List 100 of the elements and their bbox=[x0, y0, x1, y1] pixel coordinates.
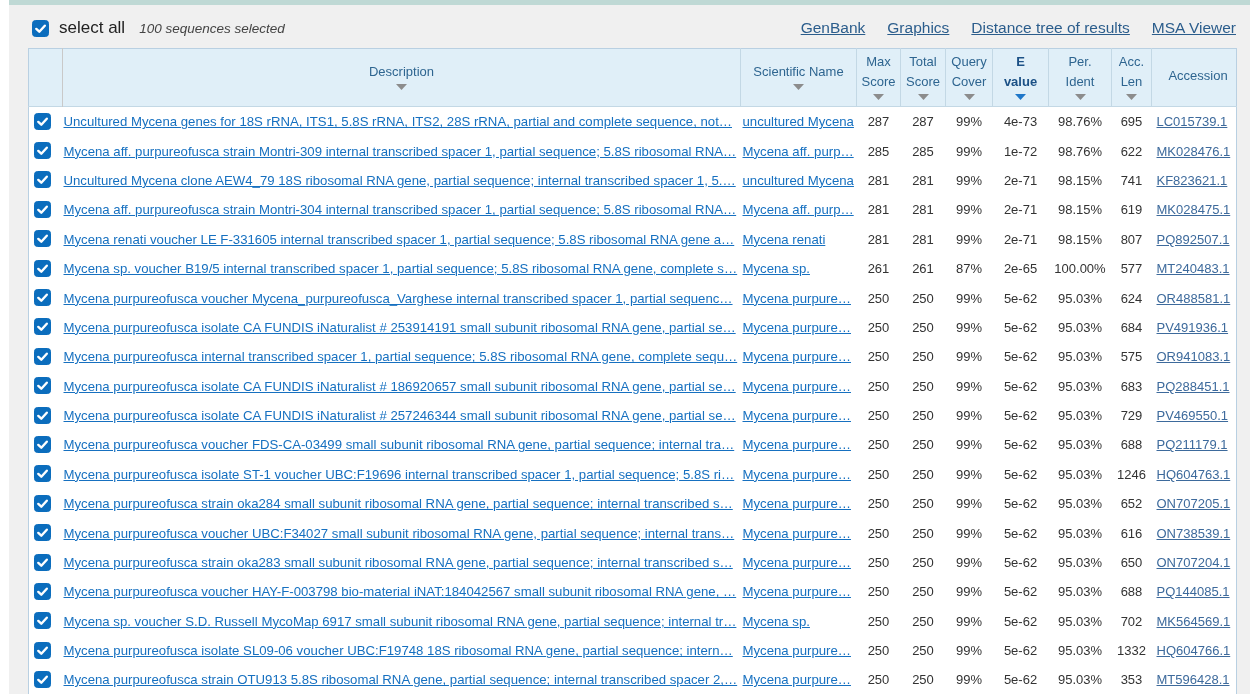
results-link[interactable]: GenBank bbox=[800, 19, 866, 37]
checkbox[interactable] bbox=[34, 112, 51, 130]
checkbox[interactable] bbox=[34, 142, 51, 160]
checkbox[interactable] bbox=[34, 524, 51, 542]
accession-link[interactable]: ON707204.1 bbox=[1156, 555, 1231, 571]
description-link[interactable]: Mycena purpureofusca strain OTU913 5.8S ribosomal RNA gene, partial sequence; internal transcribed spacer 2,… bbox=[63, 672, 738, 688]
column-header[interactable]: Acc. Len bbox=[1111, 48, 1152, 107]
checkbox[interactable] bbox=[34, 612, 51, 630]
checkbox[interactable] bbox=[34, 377, 51, 395]
column-header[interactable]: Query Cover bbox=[945, 48, 993, 107]
description-link[interactable]: Uncultured Mycena genes for 18S rRNA, ITS1, 5.8S rRNA, ITS2, 28S rRNA, partial and complete sequence, not… bbox=[63, 114, 732, 130]
checkbox[interactable] bbox=[34, 171, 51, 189]
accession-link[interactable]: OR941083.1 bbox=[1156, 349, 1231, 365]
description-link[interactable]: Mycena sp. voucher B19/5 internal transcribed spacer 1, partial sequence; 5.8S ribosomal RNA gene, complete s… bbox=[63, 261, 738, 277]
scientific-name-link[interactable]: uncultured Mycena bbox=[742, 172, 854, 188]
column-header[interactable]: E value bbox=[992, 48, 1049, 107]
column-header[interactable]: Per. Ident bbox=[1048, 48, 1112, 107]
description-link[interactable]: Mycena aff. purpureofusca strain Montri-309 internal transcribed spacer 1, partial sequence; 5.8S ribosomal RNA… bbox=[63, 143, 737, 159]
checkbox[interactable] bbox=[34, 259, 51, 277]
scientific-name-link[interactable]: Mycena renati bbox=[742, 231, 826, 247]
column-header[interactable]: Max Score bbox=[856, 48, 901, 107]
max-score-value: 250 bbox=[867, 437, 890, 453]
scientific-name-link[interactable]: Mycena sp. bbox=[742, 613, 810, 629]
checkbox[interactable] bbox=[34, 230, 51, 248]
scientific-name-link[interactable]: Mycena purpure… bbox=[742, 408, 851, 424]
checkbox[interactable] bbox=[34, 670, 51, 688]
scientific-name-link[interactable]: Mycena purpure… bbox=[742, 466, 851, 482]
scientific-name-link[interactable]: Mycena purpure… bbox=[742, 319, 851, 335]
description-link[interactable]: Mycena sp. voucher S.D. Russell MycoMap 6917 small subunit ribosomal RNA gene, partial sequence; internal tr… bbox=[63, 613, 737, 629]
description-link[interactable]: Mycena purpureofusca voucher FDS-CA-03499 small subunit ribosomal RNA gene, partial sequence; internal tra… bbox=[63, 437, 735, 453]
results-link[interactable]: Distance tree of results bbox=[971, 19, 1130, 37]
scientific-name-link[interactable]: Mycena aff. purp… bbox=[742, 143, 854, 159]
accession-link[interactable]: PQ288451.1 bbox=[1156, 378, 1230, 394]
accession-link[interactable]: MK028475.1 bbox=[1156, 202, 1231, 218]
scientific-name-link[interactable]: Mycena purpure… bbox=[742, 496, 851, 512]
accession-link[interactable]: LC015739.1 bbox=[1156, 114, 1228, 130]
checkbox[interactable] bbox=[34, 494, 51, 512]
column-header[interactable]: Scientific Name bbox=[740, 48, 857, 107]
description-link[interactable]: Mycena purpureofusca isolate SL09-06 voucher UBC:F19748 18S ribosomal RNA gene, partial sequence; intern… bbox=[63, 643, 733, 659]
description-link[interactable]: Mycena purpureofusca voucher Mycena_purpureofusca_Varghese internal transcribed spacer 1, partial sequenc… bbox=[63, 290, 733, 306]
checkbox[interactable] bbox=[34, 465, 51, 483]
description-link[interactable]: Mycena purpureofusca isolate CA FUNDIS iNaturalist # 257246344 small subunit ribosomal RNA gene, partial se… bbox=[63, 408, 736, 424]
checkbox[interactable] bbox=[34, 200, 51, 218]
checkbox[interactable] bbox=[34, 318, 51, 336]
percent-identity-value: 98.15% bbox=[1057, 231, 1103, 247]
query-cover-value: 99% bbox=[956, 231, 982, 247]
checkbox[interactable] bbox=[34, 347, 51, 365]
accession-link[interactable]: PQ892507.1 bbox=[1156, 231, 1230, 247]
accession-link[interactable]: PV469550.1 bbox=[1156, 408, 1229, 424]
accession-link[interactable]: ON738539.1 bbox=[1156, 525, 1231, 541]
description-link[interactable]: Mycena purpureofusca isolate CA FUNDIS iNaturalist # 253914191 small subunit ribosomal RNA gene, partial se… bbox=[63, 319, 736, 335]
description-link[interactable]: Mycena purpureofusca isolate CA FUNDIS iNaturalist # 186920657 small subunit ribosomal RNA gene, partial se… bbox=[63, 378, 736, 394]
scientific-name-link[interactable]: Mycena purpure… bbox=[742, 290, 851, 306]
e-value: 5e-62 bbox=[1003, 613, 1038, 629]
description-link[interactable]: Mycena renati voucher LE F-331605 internal transcribed spacer 1, partial sequence; 5.8S ribosomal RNA gene a… bbox=[63, 231, 735, 247]
scientific-name-link[interactable]: Mycena aff. purp… bbox=[742, 202, 854, 218]
scientific-name-link[interactable]: uncultured Mycena bbox=[742, 114, 854, 130]
checkbox[interactable] bbox=[32, 19, 49, 37]
results-link[interactable]: Graphics bbox=[887, 19, 950, 37]
accession-link[interactable]: OR488581.1 bbox=[1156, 290, 1231, 306]
accession-link[interactable]: PQ144085.1 bbox=[1156, 584, 1230, 600]
scientific-name-link[interactable]: Mycena purpure… bbox=[742, 378, 851, 394]
description-link[interactable]: Mycena aff. purpureofusca strain Montri-304 internal transcribed spacer 1, partial sequence; 5.8S ribosomal RNA… bbox=[63, 202, 737, 218]
accession-link[interactable]: HQ604763.1 bbox=[1156, 466, 1231, 482]
accession-link[interactable]: MT596428.1 bbox=[1156, 672, 1230, 688]
accession-link[interactable]: HQ604766.1 bbox=[1156, 643, 1231, 659]
description-link[interactable]: Mycena purpureofusca voucher UBC:F34027 small subunit ribosomal RNA gene, partial sequence; internal trans… bbox=[63, 525, 735, 541]
column-header[interactable]: Total Score bbox=[900, 48, 946, 107]
checkbox[interactable] bbox=[34, 289, 51, 307]
accession-link[interactable]: ON707205.1 bbox=[1156, 496, 1231, 512]
checkbox[interactable] bbox=[34, 582, 51, 600]
description-link[interactable]: Mycena purpureofusca internal transcribed spacer 1, partial sequence; 5.8S ribosomal RNA gene, complete sequ… bbox=[63, 349, 738, 365]
scientific-name-link[interactable]: Mycena purpure… bbox=[742, 525, 851, 541]
column-header[interactable]: Description bbox=[62, 48, 741, 107]
scientific-name-link[interactable]: Mycena purpure… bbox=[742, 555, 851, 571]
accession-link[interactable]: KF823621.1 bbox=[1156, 172, 1228, 188]
scientific-name-link[interactable]: Mycena purpure… bbox=[742, 584, 851, 600]
checkbox[interactable] bbox=[34, 436, 51, 453]
accession-link[interactable]: MT240483.1 bbox=[1156, 261, 1230, 277]
results-link[interactable]: MSA Viewer bbox=[1151, 19, 1236, 37]
description-link[interactable]: Uncultured Mycena clone AEW4_79 18S ribosomal RNA gene, partial sequence; internal transcribed spacer 1, 5.… bbox=[63, 172, 736, 188]
e-value: 4e-73 bbox=[1003, 114, 1038, 130]
accession-link[interactable]: PQ211179.1 bbox=[1156, 437, 1228, 453]
checkbox[interactable] bbox=[34, 406, 51, 424]
checkbox[interactable] bbox=[34, 553, 51, 571]
description-link[interactable]: Mycena purpureofusca isolate ST-1 voucher UBC:F19696 internal transcribed spacer 1, partial sequence; 5.8S ri… bbox=[63, 466, 735, 482]
scientific-name-link[interactable]: Mycena purpure… bbox=[742, 349, 851, 365]
accession-link[interactable]: MK028476.1 bbox=[1156, 143, 1231, 159]
description-link[interactable]: Mycena purpureofusca strain oka283 small subunit ribosomal RNA gene, partial sequence; internal transcribed s… bbox=[63, 555, 733, 571]
checkbox[interactable] bbox=[34, 641, 51, 659]
scientific-name-link[interactable]: Mycena sp. bbox=[742, 261, 810, 277]
scientific-name-link[interactable]: Mycena purpure… bbox=[742, 643, 851, 659]
select-all-label[interactable]: select all bbox=[59, 18, 126, 38]
accession-link[interactable]: MK564569.1 bbox=[1156, 613, 1231, 629]
description-link[interactable]: Mycena purpureofusca voucher HAY-F-003798 bio-material iNAT:184042567 small subunit ribosomal RNA gene, … bbox=[63, 584, 737, 600]
accession-link[interactable]: PV491936.1 bbox=[1156, 319, 1229, 335]
scientific-name-link[interactable]: Mycena purpure… bbox=[742, 437, 851, 453]
sort-caret-icon bbox=[917, 93, 929, 100]
scientific-name-link[interactable]: Mycena purpure… bbox=[742, 672, 851, 688]
description-link[interactable]: Mycena purpureofusca strain oka284 small subunit ribosomal RNA gene, partial sequence; internal transcribed s… bbox=[63, 496, 733, 512]
